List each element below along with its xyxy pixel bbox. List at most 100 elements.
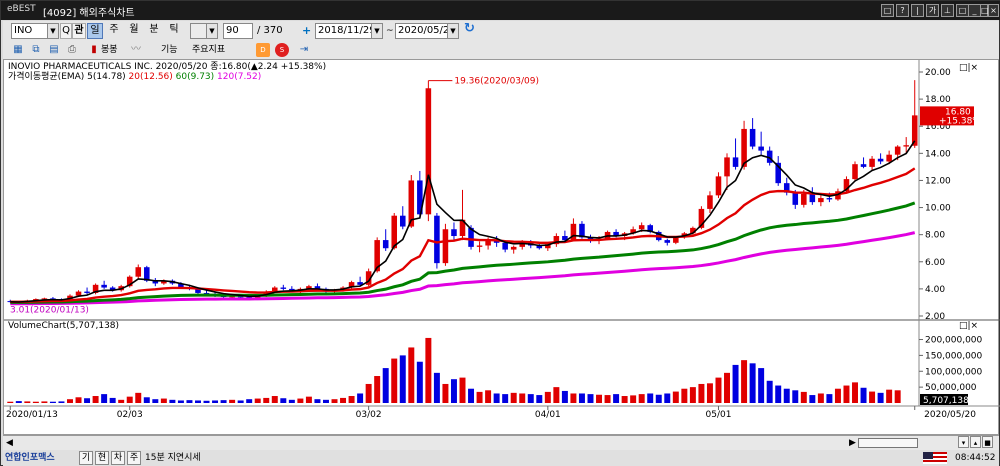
copy-icon[interactable]: ⧉ xyxy=(29,43,43,57)
volume-bar xyxy=(450,379,457,403)
count-value: 90 xyxy=(226,25,239,36)
btn-hyeon[interactable]: 현 xyxy=(95,451,109,465)
price-tick-label: 18.00 xyxy=(925,95,951,105)
date-separator: ~ xyxy=(386,26,394,36)
tab-tick[interactable]: 틱 xyxy=(166,23,182,39)
spot-icon[interactable]: S xyxy=(275,43,289,57)
zoom-out-icon[interactable]: ▴ xyxy=(970,436,981,448)
save-icon[interactable]: ▤ xyxy=(47,43,61,57)
date-from-input[interactable]: 2018/11/29 ▼ xyxy=(315,23,383,39)
candle-body xyxy=(382,240,389,249)
volume-bar xyxy=(152,399,159,403)
volume-bar xyxy=(118,399,125,403)
volume-bar xyxy=(7,401,14,403)
volume-bar xyxy=(254,398,261,403)
volume-bar xyxy=(126,396,133,403)
volume-bar xyxy=(638,394,645,403)
chart-toolbar: ▦ ⧉ ▤ ⎙ ▮ 봉봉 〰 기능 주요지표 D S ⇥ xyxy=(3,41,999,59)
chart-area[interactable]: 20.00 18.00 16.00 14.00 12.00 10.00 8.00 6.00 4.… xyxy=(3,59,1000,436)
tab-gwan[interactable]: 관 xyxy=(72,23,86,39)
volume-tick-label: 50,000,000 xyxy=(925,383,977,393)
volume-bar xyxy=(348,396,355,403)
chart-title: INOVIO PHARMACEUTICALS INC. 2020/05/20 종… xyxy=(8,61,326,72)
volume-bar xyxy=(894,390,901,403)
volume-bar xyxy=(485,390,492,403)
volume-panel-icon: □|× xyxy=(959,321,978,331)
scroll-bar[interactable]: ◀ ▶ ▾ ▴ ■ xyxy=(3,435,999,450)
scroll-right-icon[interactable]: ▶ xyxy=(849,436,856,450)
candle-type-label[interactable]: 봉봉 xyxy=(101,43,118,57)
chevron-down-icon[interactable]: ▼ xyxy=(47,24,58,38)
help-button[interactable]: ? xyxy=(896,4,909,17)
candle-body xyxy=(101,284,107,288)
candle-body xyxy=(75,291,82,296)
tab-weekly[interactable]: 주 xyxy=(106,23,122,39)
toolbar: INO ▼ Q 관 일 주 월 분 틱 ▼ 90 / 370 + 2018/11… xyxy=(3,21,999,41)
candle-body xyxy=(724,157,730,177)
chevron-down-icon[interactable]: ▼ xyxy=(447,24,458,38)
volume-bar xyxy=(561,390,568,403)
volume-bar xyxy=(399,355,406,403)
btn-ju[interactable]: 주 xyxy=(127,451,141,465)
candle-icon[interactable]: ▮ xyxy=(87,43,101,57)
chart-svg[interactable]: 20.0018.0016.0014.0012.0010.008.006.004.… xyxy=(4,60,1000,436)
candle-body xyxy=(135,267,142,277)
window-control-5[interactable]: ⊥ xyxy=(941,4,954,17)
volume-bar xyxy=(229,399,236,403)
volume-bar xyxy=(109,397,116,403)
search-icon[interactable]: Q xyxy=(60,23,72,39)
wide-icon[interactable]: ⇥ xyxy=(297,43,311,57)
candle-body xyxy=(476,245,483,247)
tab-monthly[interactable]: 월 xyxy=(126,23,142,39)
volume-bar xyxy=(698,383,705,403)
window-control-1[interactable]: □ xyxy=(881,4,894,17)
candle-body xyxy=(792,192,799,205)
window-control-3[interactable]: | xyxy=(911,4,924,17)
data-icon[interactable]: D xyxy=(256,43,270,57)
chevron-down-icon[interactable]: ▼ xyxy=(206,24,217,38)
price-tick-label: 12.00 xyxy=(925,176,951,186)
volume-bar xyxy=(817,393,824,403)
grid-icon[interactable]: ▦ xyxy=(11,43,25,57)
candle-body xyxy=(510,246,517,250)
zoom-slider[interactable] xyxy=(858,438,918,448)
candle-body xyxy=(451,229,457,237)
font-button[interactable]: 가 xyxy=(926,4,939,17)
candle-body xyxy=(280,287,287,289)
btn-cha[interactable]: 차 xyxy=(111,451,125,465)
volume-bar xyxy=(331,399,338,403)
zoom-in-icon[interactable]: ▾ xyxy=(958,436,969,448)
volume-bar xyxy=(749,363,756,403)
tab-minute[interactable]: 분 xyxy=(146,23,162,39)
tab-daily[interactable]: 일 xyxy=(87,23,103,39)
reset-icon[interactable]: ■ xyxy=(982,436,993,448)
close-button[interactable]: × xyxy=(988,4,999,17)
volume-bar xyxy=(553,387,560,403)
maximize-button[interactable]: □ xyxy=(980,4,989,17)
print-icon[interactable]: ⎙ xyxy=(65,43,79,57)
btn-gi[interactable]: 기 xyxy=(79,451,93,465)
volume-bar xyxy=(246,399,253,403)
volume-bar xyxy=(519,393,526,403)
volume-bar xyxy=(570,393,577,403)
volume-bar xyxy=(92,396,99,403)
line-icon[interactable]: 〰 xyxy=(129,43,143,57)
count-input[interactable]: 90 xyxy=(223,23,253,39)
candle-body xyxy=(502,242,508,250)
candle-body xyxy=(732,157,739,167)
indicator-menu[interactable]: 주요지표 xyxy=(192,43,225,57)
chevron-down-icon[interactable]: ▼ xyxy=(371,24,382,38)
scroll-left-icon[interactable]: ◀ xyxy=(6,436,13,450)
candle-body xyxy=(903,145,909,147)
date-to-input[interactable]: 2020/05/20 ▼ xyxy=(395,23,459,39)
delay-notice: 15분 지연시세 xyxy=(145,453,201,463)
function-menu[interactable]: 기능 xyxy=(161,43,178,57)
interval-select[interactable]: ▼ xyxy=(190,23,218,39)
volume-bar xyxy=(382,368,389,403)
volume-bar xyxy=(510,392,517,403)
refresh-icon[interactable]: ↻ xyxy=(464,22,475,36)
add-icon[interactable]: + xyxy=(302,24,311,38)
symbol-input[interactable]: INO ▼ xyxy=(11,23,59,39)
candle-body xyxy=(869,158,875,167)
volume-bar xyxy=(101,394,108,403)
